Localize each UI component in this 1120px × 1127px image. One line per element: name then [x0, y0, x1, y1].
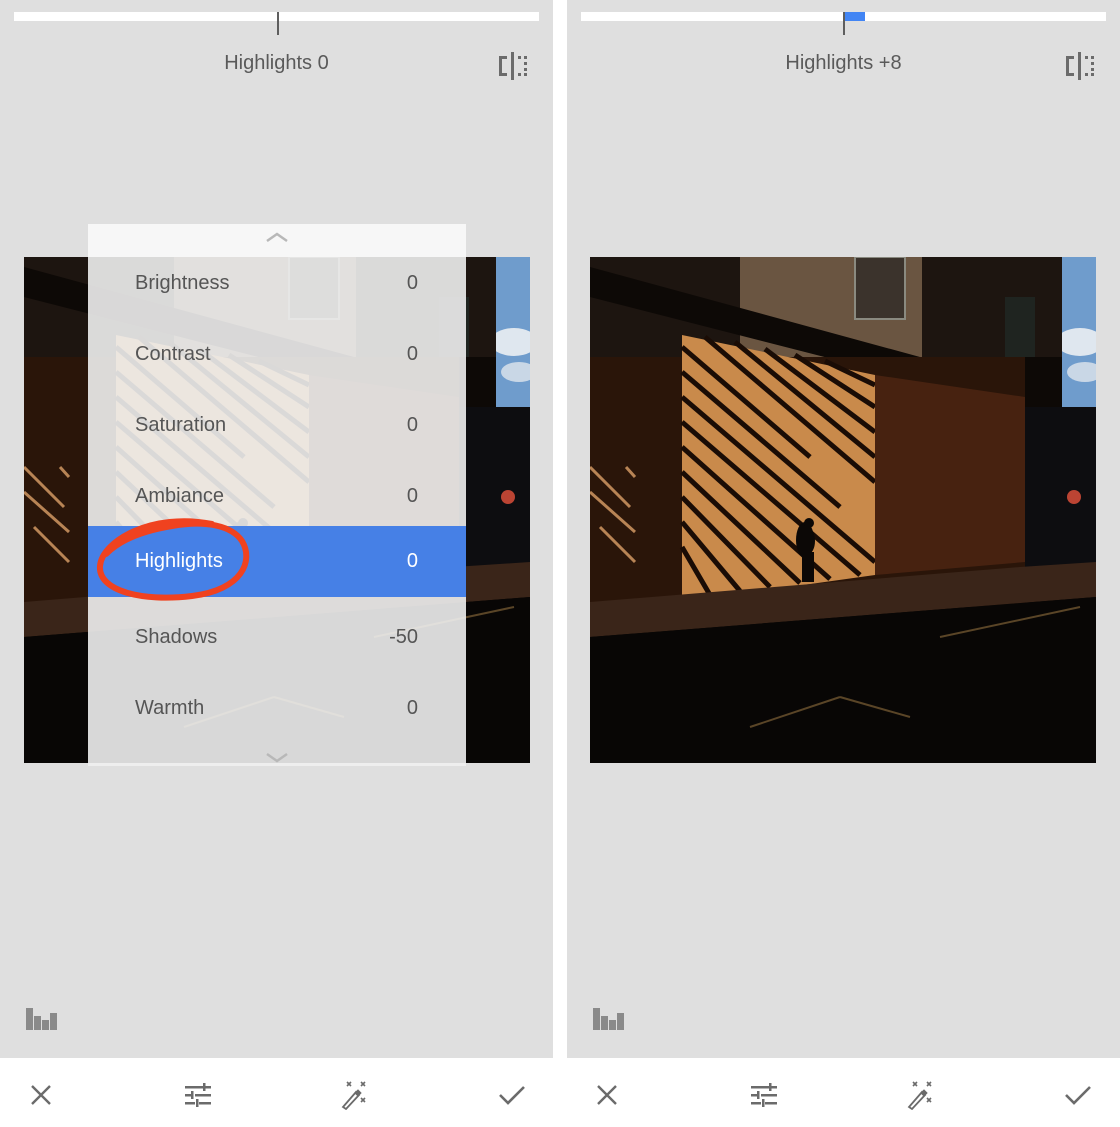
apply-button[interactable]: [1063, 1080, 1093, 1110]
menu-item-value: 0: [406, 343, 418, 365]
adjustment-slider-fill: [843, 12, 865, 21]
adjust-button[interactable]: [183, 1080, 213, 1110]
sliders-icon: [183, 1080, 213, 1110]
histogram-icon: [591, 1005, 625, 1030]
histogram-button[interactable]: [591, 1005, 625, 1030]
magic-wand-icon: [905, 1080, 935, 1110]
right-panel: Highlights +8: [567, 0, 1120, 1127]
adjustment-menu: Brightness 0 Contrast 0 Saturation 0 Amb…: [88, 224, 466, 766]
apply-button[interactable]: [497, 1080, 527, 1110]
photo-image: [590, 257, 1096, 763]
checkmark-icon: [497, 1080, 527, 1110]
menu-item-contrast[interactable]: Contrast 0: [88, 319, 466, 390]
menu-item-value: 0: [406, 550, 418, 572]
editor-workarea: Highlights 0 Brightness 0 Contrast 0 Sat…: [0, 0, 553, 1058]
menu-item-label: Ambiance: [135, 485, 224, 507]
slider-center-marker: [843, 12, 845, 35]
left-panel: Highlights 0 Brightness 0 Contrast 0 Sat…: [0, 0, 553, 1127]
menu-item-label: Shadows: [135, 626, 218, 648]
menu-item-warmth[interactable]: Warmth 0: [88, 673, 466, 744]
histogram-button[interactable]: [24, 1005, 58, 1030]
menu-item-label: Contrast: [135, 343, 211, 365]
menu-item-saturation[interactable]: Saturation 0: [88, 390, 466, 461]
menu-item-value: 0: [406, 697, 418, 719]
parameter-value-label: Highlights +8: [785, 52, 902, 74]
slider-center-marker: [277, 12, 279, 35]
menu-item-value: 0: [406, 414, 418, 436]
adjust-button[interactable]: [749, 1080, 779, 1110]
chevron-down-icon[interactable]: [265, 751, 289, 763]
histogram-icon: [24, 1005, 58, 1030]
menu-item-shadows[interactable]: Shadows -50: [88, 602, 466, 673]
photo-preview[interactable]: [590, 257, 1096, 763]
chevron-up-icon[interactable]: [265, 231, 289, 243]
magic-wand-icon: [339, 1080, 369, 1110]
bottom-toolbar: [0, 1058, 553, 1127]
compare-split-button[interactable]: [1064, 52, 1096, 80]
menu-item-label: Brightness: [135, 272, 230, 294]
close-icon: [592, 1080, 622, 1110]
menu-item-value: 0: [406, 272, 418, 294]
menu-item-highlights[interactable]: Highlights 0: [88, 526, 466, 597]
menu-item-ambiance[interactable]: Ambiance 0: [88, 461, 466, 532]
menu-item-value: 0: [406, 485, 418, 507]
bottom-toolbar: [567, 1058, 1120, 1127]
menu-item-label: Highlights: [135, 550, 223, 572]
auto-adjust-button[interactable]: [905, 1080, 935, 1110]
editor-workarea: Highlights +8: [567, 0, 1120, 1058]
compare-split-icon: [1064, 52, 1096, 80]
checkmark-icon: [1063, 1080, 1093, 1110]
close-icon: [26, 1080, 56, 1110]
sliders-icon: [749, 1080, 779, 1110]
menu-item-value: -50: [389, 626, 418, 648]
compare-split-icon: [497, 52, 529, 80]
auto-adjust-button[interactable]: [339, 1080, 369, 1110]
cancel-button[interactable]: [26, 1080, 56, 1110]
menu-item-label: Warmth: [135, 697, 205, 719]
menu-item-brightness[interactable]: Brightness 0: [88, 248, 466, 319]
compare-split-button[interactable]: [497, 52, 529, 80]
parameter-value-label: Highlights 0: [224, 52, 329, 74]
cancel-button[interactable]: [592, 1080, 622, 1110]
menu-item-label: Saturation: [135, 414, 227, 436]
